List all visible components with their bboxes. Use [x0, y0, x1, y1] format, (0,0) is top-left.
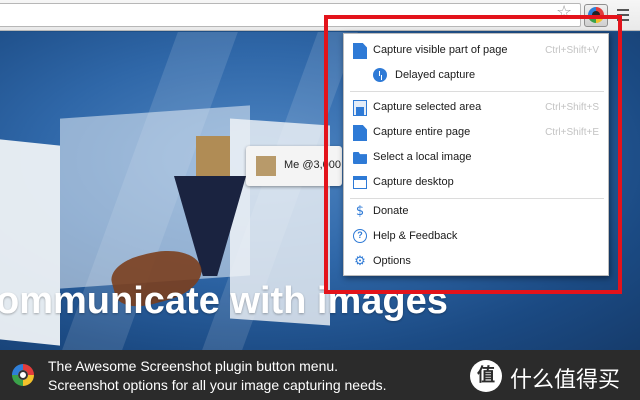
awesome-screenshot-logo-icon: [12, 364, 34, 386]
caption-line-1: The Awesome Screenshot plugin button men…: [48, 358, 339, 374]
caption-line-2: Screenshot options for all your image ca…: [48, 377, 387, 393]
watermark-badge-icon: 值: [470, 360, 502, 392]
highlight-frame: [324, 15, 622, 294]
banner-flag: [196, 136, 230, 176]
watermark-text: 什么值得买: [510, 368, 621, 393]
avatar: [256, 156, 276, 176]
